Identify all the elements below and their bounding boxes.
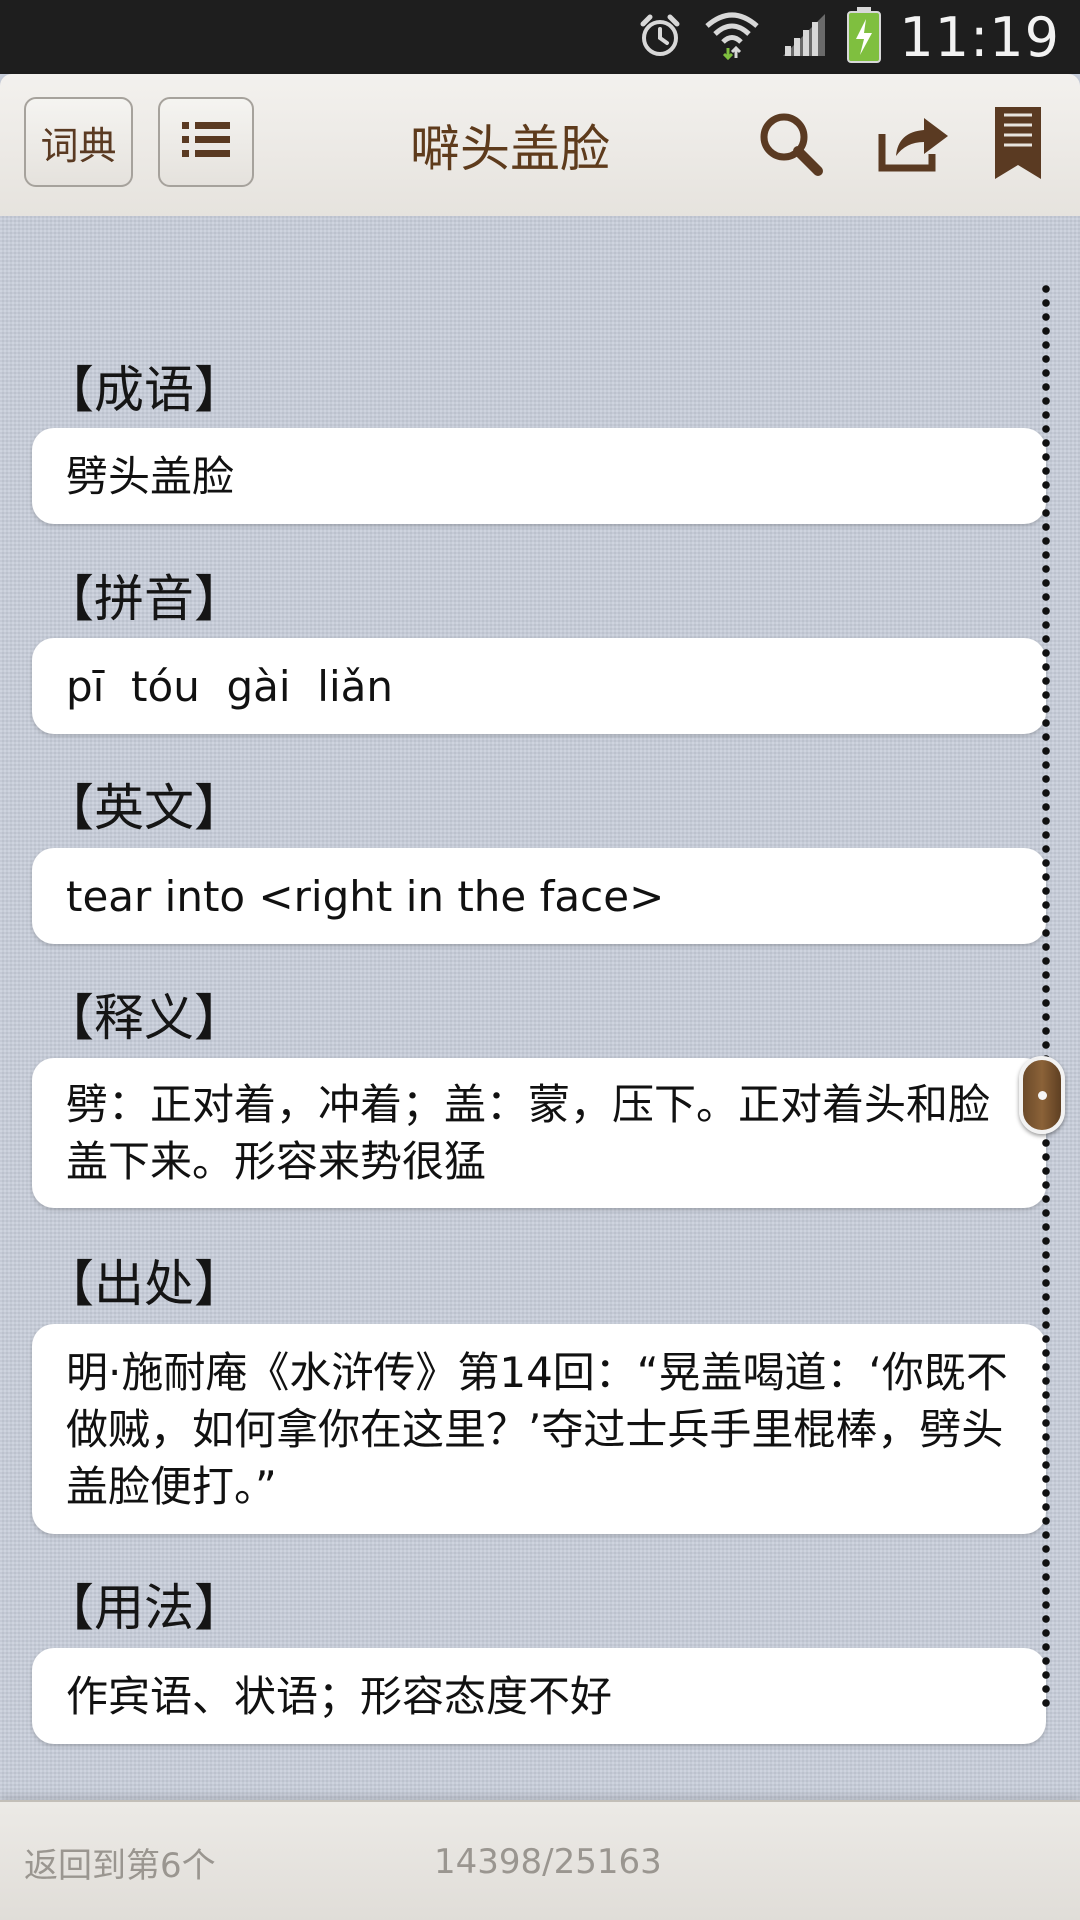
dictionary-button[interactable]: 词典	[24, 97, 133, 187]
wifi-icon	[703, 10, 761, 64]
battery-charging-icon	[847, 7, 882, 67]
bookmark-button[interactable]	[986, 74, 1050, 216]
signal-icon	[779, 10, 829, 64]
alarm-icon	[635, 10, 685, 64]
english-text: tear into <right in the face>	[66, 871, 665, 921]
usage-text: 作宾语、状语；形容态度不好	[66, 1671, 613, 1721]
idiom-text: 劈头盖脸	[66, 451, 235, 501]
search-icon	[756, 109, 824, 181]
usage-card: 作宾语、状语；形容态度不好	[32, 1648, 1046, 1744]
idiom-card: 劈头盖脸	[32, 428, 1046, 524]
share-icon	[876, 112, 952, 178]
toolbar: 词典 噼头盖脸	[0, 74, 1080, 218]
english-card: tear into <right in the face>	[32, 848, 1046, 944]
source-text: 明·施耐庵《水浒传》第14回：“晃盖喝道：‘你既不做贼，如何拿你在这里？’夺过士…	[66, 1347, 1008, 1511]
bookmark-icon	[991, 103, 1045, 187]
scroll-thumb-dot	[1038, 1091, 1047, 1100]
section-header-english: 【英文】	[44, 779, 244, 837]
list-button[interactable]	[158, 97, 254, 187]
status-time: 11:19	[899, 5, 1060, 69]
list-icon	[180, 118, 232, 166]
share-button[interactable]	[866, 74, 962, 216]
pinyin-card: pī tóu gài liǎn	[32, 638, 1046, 734]
definition-text: 劈：正对着，冲着；盖：蒙，压下。正对着头和脸盖下来。形容来势很猛	[66, 1080, 991, 1186]
back-to-item-link[interactable]: 返回到第6个	[24, 1802, 216, 1920]
source-card: 明·施耐庵《水浒传》第14回：“晃盖喝道：‘你既不做贼，如何拿你在这里？’夺过士…	[32, 1324, 1046, 1534]
section-header-definition: 【释义】	[44, 989, 244, 1047]
pinyin-text: pī tóu gài liǎn	[66, 661, 393, 711]
scroll-thumb[interactable]	[1019, 1056, 1065, 1134]
bottom-bar: 返回到第6个 14398/25163	[0, 1800, 1080, 1920]
status-bar: 11:19	[0, 0, 1080, 74]
search-button[interactable]	[750, 74, 830, 216]
section-header-usage: 【用法】	[44, 1579, 244, 1637]
section-header-source: 【出处】	[44, 1255, 244, 1313]
status-icons: 11:19	[635, 0, 1060, 74]
scroll-track[interactable]	[1041, 282, 1051, 1712]
page-title: 噼头盖脸	[410, 120, 610, 178]
app-root: 11:19 词典 噼头盖脸 【成语】 劈头盖脸 【拼音】 pī tóu gài …	[0, 0, 1080, 1920]
entry-content[interactable]: 【成语】 劈头盖脸 【拼音】 pī tóu gài liǎn 【英文】 tear…	[0, 216, 1080, 1800]
section-header-pinyin: 【拼音】	[44, 570, 244, 628]
definition-card: 劈：正对着，冲着；盖：蒙，压下。正对着头和脸盖下来。形容来势很猛	[32, 1058, 1046, 1208]
section-header-idiom: 【成语】	[44, 361, 244, 419]
entry-counter: 14398/25163	[434, 1842, 662, 1882]
